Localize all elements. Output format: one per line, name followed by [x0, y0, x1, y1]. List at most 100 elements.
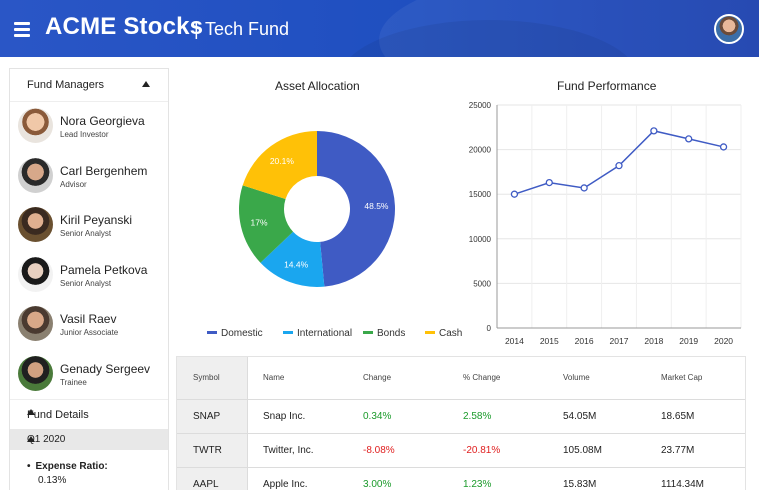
cell-change: 3.00%: [363, 479, 392, 490]
x-axis-tick-label: 2014: [505, 336, 524, 346]
pie-slice-label: 48.5%: [364, 201, 389, 211]
x-axis-tick-label: 2016: [575, 336, 594, 346]
manager-role: Junior Associate: [60, 328, 119, 337]
manager-avatar: [18, 355, 53, 391]
cell-symbol: AAPL: [193, 479, 219, 490]
stocks-grid: Symbol Name Change % Change Volume Marke…: [176, 356, 746, 490]
data-point: [510, 190, 519, 198]
y-axis-tick-label: 10000: [469, 235, 492, 244]
y-axis-tick-label: 15000: [469, 190, 492, 199]
collapse-icon[interactable]: [142, 81, 150, 87]
manager-item[interactable]: Genady Sergeev Trainee: [10, 350, 168, 400]
column-header-name[interactable]: Name: [263, 373, 284, 382]
manager-name: Pamela Petkova: [60, 262, 148, 277]
manager-name: Nora Georgieva: [60, 114, 145, 128]
data-point: [580, 184, 588, 192]
cell-volume: 105.08M: [563, 445, 602, 456]
legend-item: Domestic: [221, 328, 263, 339]
menu-icon[interactable]: [14, 22, 30, 37]
pie-slice-label: 17%: [251, 217, 268, 227]
legend-marker: [363, 331, 373, 334]
manager-item[interactable]: Kiril Peyanski Senior Analyst: [10, 201, 168, 251]
cell-symbol: TWTR: [193, 445, 222, 456]
cell-name: Snap Inc.: [263, 411, 306, 422]
manager-item[interactable]: Carl Bergenhem Advisor: [10, 152, 168, 202]
cell-pct-change: 1.23%: [463, 479, 492, 490]
expense-ratio-value: 0.13%: [38, 475, 67, 486]
fund-managers-panel-header[interactable]: Fund Managers: [10, 69, 168, 102]
legend-marker: [283, 331, 293, 334]
expense-ratio-label: Expense Ratio:: [27, 461, 108, 472]
sidebar: Fund Managers Nora Georgieva Lead Invest…: [9, 68, 169, 490]
manager-role: Trainee: [60, 377, 87, 387]
allocation-chart: 48.5% 14.4% 17% 20.1% Domestic International B…: [207, 131, 462, 339]
pie-slice-label: 20.1%: [270, 156, 295, 166]
x-axis-tick-label: 2015: [540, 336, 559, 346]
manager-avatar: [18, 306, 53, 341]
x-axis-tick-label: 2018: [644, 336, 663, 346]
column-header-pct-change[interactable]: % Change: [463, 373, 500, 382]
manager-role: Senior Analyst: [60, 278, 112, 288]
manager-avatar: [18, 108, 53, 143]
managers-list: Nora Georgieva Lead Investor Carl Bergen…: [10, 102, 168, 399]
data-point: [615, 162, 623, 170]
fund-details-panel-header[interactable]: Fund Details: [10, 399, 168, 430]
y-axis-tick-label: 25000: [469, 101, 492, 110]
legend-marker: [425, 331, 435, 334]
data-point: [650, 127, 658, 135]
data-point: [545, 178, 553, 187]
manager-avatar: [18, 256, 53, 292]
cell-market-cap: 1114.34M: [661, 479, 704, 490]
manager-item[interactable]: Nora Georgieva Lead Investor: [10, 102, 168, 152]
manager-name: Kiril Peyanski: [60, 213, 133, 227]
data-point: [719, 143, 728, 151]
cell-change: 0.34%: [363, 411, 392, 422]
x-axis-tick-label: 2020: [714, 336, 733, 346]
grid-header-row: Symbol Name Change % Change Volume Marke…: [177, 357, 745, 400]
performance-chart-title: Fund Performance: [557, 79, 657, 93]
table-row[interactable]: AAPL Apple Inc. 3.00% 1.23% 15.83M 1114.…: [177, 467, 745, 490]
column-header-market-cap[interactable]: Market Cap: [661, 373, 702, 382]
y-axis-tick-label: 5000: [473, 279, 491, 288]
table-row[interactable]: TWTR Twitter, Inc. -8.08% -20.81% 105.08…: [177, 433, 745, 468]
column-header-symbol[interactable]: Symbol: [193, 373, 220, 382]
title-separator: |: [194, 19, 199, 39]
manager-item[interactable]: Vasil Raev Junior Associate: [10, 300, 168, 350]
collapse-icon[interactable]: [27, 436, 35, 442]
column-header-volume[interactable]: Volume: [563, 373, 590, 382]
cell-change: -8.08%: [363, 445, 395, 456]
x-axis-tick-label: 2017: [610, 336, 629, 346]
column-header-change[interactable]: Change: [363, 373, 391, 382]
pie-slice-label: 14.4%: [284, 260, 309, 270]
manager-item[interactable]: Pamela Petkova Senior Analyst: [10, 251, 168, 301]
fund-managers-title: Fund Managers: [27, 79, 105, 91]
collapse-icon[interactable]: [27, 409, 35, 415]
user-avatar[interactable]: [714, 14, 744, 44]
cell-volume: 15.83M: [563, 479, 597, 490]
app-header: ACME Stocks | Tech Fund: [0, 0, 759, 57]
legend-marker: [207, 331, 217, 334]
manager-role: Advisor: [60, 179, 87, 189]
legend-item: Bonds: [377, 328, 405, 339]
manager-avatar: [18, 157, 53, 193]
fund-details-title: Fund Details: [27, 409, 89, 421]
manager-role: Lead Investor: [60, 130, 109, 139]
x-axis-tick-label: 2019: [679, 336, 698, 346]
manager-name: Vasil Raev: [60, 312, 117, 326]
cell-symbol: SNAP: [193, 411, 221, 422]
manager-name: Genady Sergeev: [60, 361, 151, 376]
cell-pct-change: -20.81%: [463, 445, 501, 456]
cell-pct-change: 2.58%: [463, 411, 492, 422]
allocation-chart-title: Asset Allocation: [275, 79, 360, 93]
cell-name: Twitter, Inc.: [263, 445, 314, 456]
table-row[interactable]: SNAP Snap Inc. 0.34% 2.58% 54.05M 18.65M: [177, 399, 745, 434]
manager-name: Carl Bergenhem: [60, 163, 148, 178]
manager-avatar: [18, 207, 53, 242]
performance-chart: 25000 20000 15000 10000 5000 0 2014 2015 2016 201…: [469, 101, 742, 346]
cell-market-cap: 18.65M: [661, 411, 695, 422]
quarter-header[interactable]: Q1 2020: [10, 429, 168, 450]
fund-subtitle: Tech Fund: [205, 19, 290, 39]
legend-item: International: [297, 328, 352, 339]
manager-role: Senior Analyst: [60, 229, 112, 238]
cell-name: Apple Inc.: [263, 479, 308, 490]
